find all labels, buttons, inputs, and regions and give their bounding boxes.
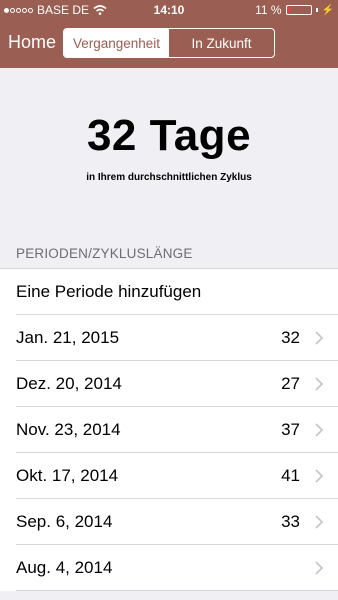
battery-fill <box>287 7 290 13</box>
period-row[interactable]: Jan. 21, 2015 32 <box>0 315 338 361</box>
period-row[interactable]: Dez. 20, 2014 27 <box>0 361 338 407</box>
cycle-length: 27 <box>281 374 300 393</box>
chevron-right-icon <box>315 515 324 529</box>
battery-percent: 11 % <box>255 3 282 17</box>
section-header: PERIODEN/ZYKLUSLÄNGE <box>16 246 193 261</box>
period-date: Okt. 17, 2014 <box>16 466 119 485</box>
chevron-right-icon <box>315 561 324 575</box>
period-date: Aug. 4, 2014 <box>16 558 113 577</box>
segment-vergangenheit[interactable]: Vergangenheit <box>64 29 169 57</box>
cycle-length: 41 <box>281 466 300 485</box>
period-row[interactable]: Nov. 23, 2014 37 <box>0 407 338 453</box>
segment-in-zukunft[interactable]: In Zukunft <box>169 29 274 57</box>
average-cycle-caption: in Ihrem durchschnittlichen Zyklus <box>86 172 252 183</box>
status-right: 11 % ⚡ <box>255 3 334 17</box>
status-bar: BASE DE 14:10 11 % ⚡ <box>0 0 338 20</box>
period-date: Jan. 21, 2015 <box>16 328 120 347</box>
timeframe-segmented-control: Vergangenheit In Zukunft <box>63 28 275 58</box>
add-period-row[interactable]: Eine Periode hinzufügen <box>0 269 338 315</box>
home-button[interactable]: Home <box>8 32 56 53</box>
top-bar: BASE DE 14:10 11 % ⚡ Home Vergangenheit … <box>0 0 338 68</box>
chevron-right-icon <box>315 331 324 345</box>
period-row[interactable]: Okt. 17, 2014 41 <box>0 453 338 499</box>
periods-list: Eine Periode hinzufügen Jan. 21, 2015 32… <box>0 268 338 591</box>
add-period-label: Eine Periode hinzufügen <box>16 282 202 301</box>
cycle-length: 33 <box>281 512 300 531</box>
average-cycle-summary: 32 Tage in Ihrem durchschnittlichen Zykl… <box>0 68 338 238</box>
chevron-right-icon <box>315 377 324 391</box>
period-row[interactable]: Sep. 6, 2014 33 <box>0 499 338 545</box>
period-date: Nov. 23, 2014 <box>16 420 121 439</box>
period-row[interactable]: Aug. 4, 2014 <box>0 545 338 591</box>
charging-bolt-icon: ⚡ <box>321 4 334 16</box>
cycle-length: 37 <box>281 420 300 439</box>
chevron-right-icon <box>315 423 324 437</box>
chevron-right-icon <box>315 469 324 483</box>
battery-cap <box>315 8 318 12</box>
battery-icon <box>285 5 312 15</box>
nav-bar: Home Vergangenheit In Zukunft <box>0 20 338 68</box>
average-cycle-length: 32 Tage <box>86 111 252 160</box>
period-date: Dez. 20, 2014 <box>16 374 122 393</box>
cycle-length: 32 <box>281 328 300 347</box>
period-date: Sep. 6, 2014 <box>16 512 113 531</box>
